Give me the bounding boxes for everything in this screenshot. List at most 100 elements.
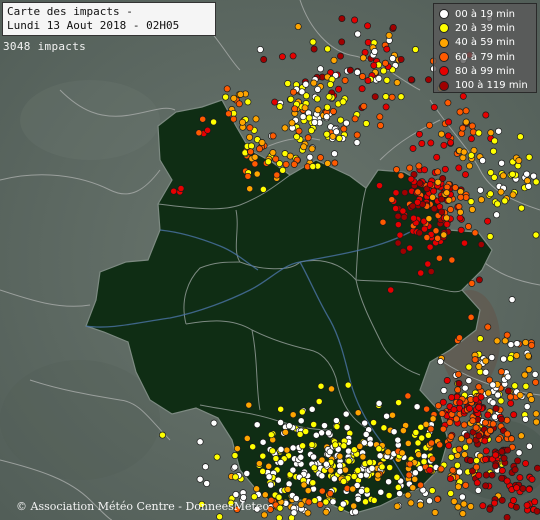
strike-marker	[481, 419, 489, 427]
strike-marker	[465, 377, 473, 385]
strike-marker	[523, 403, 531, 411]
strike-marker	[370, 61, 378, 69]
strike-marker	[489, 399, 497, 407]
strike-marker	[418, 140, 426, 147]
strike-marker	[264, 158, 272, 166]
strike-marker	[504, 387, 512, 395]
strike-marker	[523, 170, 531, 178]
strike-marker	[297, 453, 305, 461]
legend-row: 60 à 79 min	[439, 50, 536, 64]
strike-marker	[310, 45, 318, 53]
strike-marker	[482, 111, 490, 119]
strike-marker	[231, 452, 239, 459]
strike-marker	[523, 177, 531, 185]
legend-row: 20 à 39 min	[439, 21, 536, 35]
strike-marker	[493, 337, 501, 345]
legend-swatch	[439, 23, 449, 34]
strike-marker	[460, 148, 468, 156]
legend-label: 40 à 59 min	[455, 37, 515, 49]
strike-marker	[411, 475, 419, 483]
strike-marker	[497, 368, 505, 376]
strike-marker	[415, 130, 423, 138]
strike-marker	[394, 436, 402, 444]
strike-marker	[481, 437, 489, 445]
strike-marker	[433, 153, 441, 161]
strike-marker	[277, 445, 285, 453]
strike-marker	[330, 56, 338, 64]
strike-marker	[509, 191, 517, 199]
strike-marker	[232, 473, 239, 481]
strike-marker	[468, 206, 476, 213]
strike-marker	[272, 155, 280, 163]
strike-marker	[297, 501, 305, 508]
strike-marker	[380, 424, 388, 432]
strike-marker	[230, 94, 238, 102]
strike-marker	[284, 80, 292, 87]
strike-marker	[471, 356, 479, 364]
strike-marker	[459, 124, 467, 132]
strike-marker	[300, 481, 308, 489]
strike-marker	[259, 467, 267, 475]
strike-marker	[309, 163, 317, 170]
legend-row: 100 à 119 min	[439, 78, 536, 92]
strike-marker	[393, 166, 400, 174]
strike-marker	[359, 73, 366, 80]
strike-marker	[455, 203, 463, 211]
strike-marker	[498, 474, 506, 482]
strike-marker	[436, 441, 444, 449]
strike-marker	[342, 410, 350, 418]
strike-marker	[466, 405, 473, 412]
strike-marker	[296, 430, 304, 438]
strike-marker	[251, 153, 259, 161]
strike-marker	[304, 509, 312, 517]
strike-marker	[475, 403, 483, 411]
strike-marker	[323, 113, 331, 121]
strike-marker	[501, 197, 509, 205]
strike-marker	[456, 399, 464, 407]
strike-marker	[427, 139, 435, 147]
strike-marker	[353, 68, 361, 76]
impact-count: 3048 impacts	[3, 40, 87, 53]
strike-marker	[351, 115, 359, 123]
strike-marker	[260, 56, 268, 63]
strike-marker	[511, 382, 519, 390]
strike-marker	[394, 483, 402, 491]
strike-marker	[289, 411, 297, 419]
strike-marker	[159, 431, 166, 439]
strike-marker	[223, 85, 231, 93]
strike-marker	[443, 214, 451, 222]
strike-marker	[504, 446, 512, 454]
strike-marker	[489, 420, 497, 428]
strike-marker	[512, 503, 520, 511]
strike-marker	[390, 428, 398, 436]
strike-marker	[291, 105, 299, 113]
strike-marker	[392, 189, 400, 197]
strike-marker	[524, 352, 532, 360]
strike-marker	[324, 45, 332, 53]
strike-marker	[434, 178, 442, 186]
strike-marker	[407, 175, 415, 183]
strike-marker	[393, 79, 401, 87]
strike-marker	[399, 427, 407, 435]
strike-marker	[274, 476, 282, 484]
strike-marker	[455, 164, 463, 172]
strike-marker	[429, 455, 436, 463]
strike-marker	[259, 438, 267, 446]
strike-marker	[522, 415, 529, 423]
strike-marker	[426, 121, 433, 129]
strike-marker	[310, 421, 318, 428]
strike-marker	[429, 193, 437, 201]
strike-marker	[329, 498, 337, 506]
strike-marker	[292, 495, 300, 502]
strike-marker	[407, 499, 415, 507]
strike-marker	[385, 478, 393, 486]
map-title-box: Carte des impacts - Lundi 13 Aout 2018 -…	[2, 2, 216, 36]
strike-marker	[443, 183, 451, 191]
strike-marker	[461, 384, 469, 392]
strike-marker	[335, 85, 343, 93]
strike-marker	[338, 15, 346, 23]
strike-marker	[411, 469, 419, 477]
strike-marker	[380, 67, 388, 75]
strike-marker	[307, 127, 315, 135]
strike-marker	[429, 415, 437, 423]
